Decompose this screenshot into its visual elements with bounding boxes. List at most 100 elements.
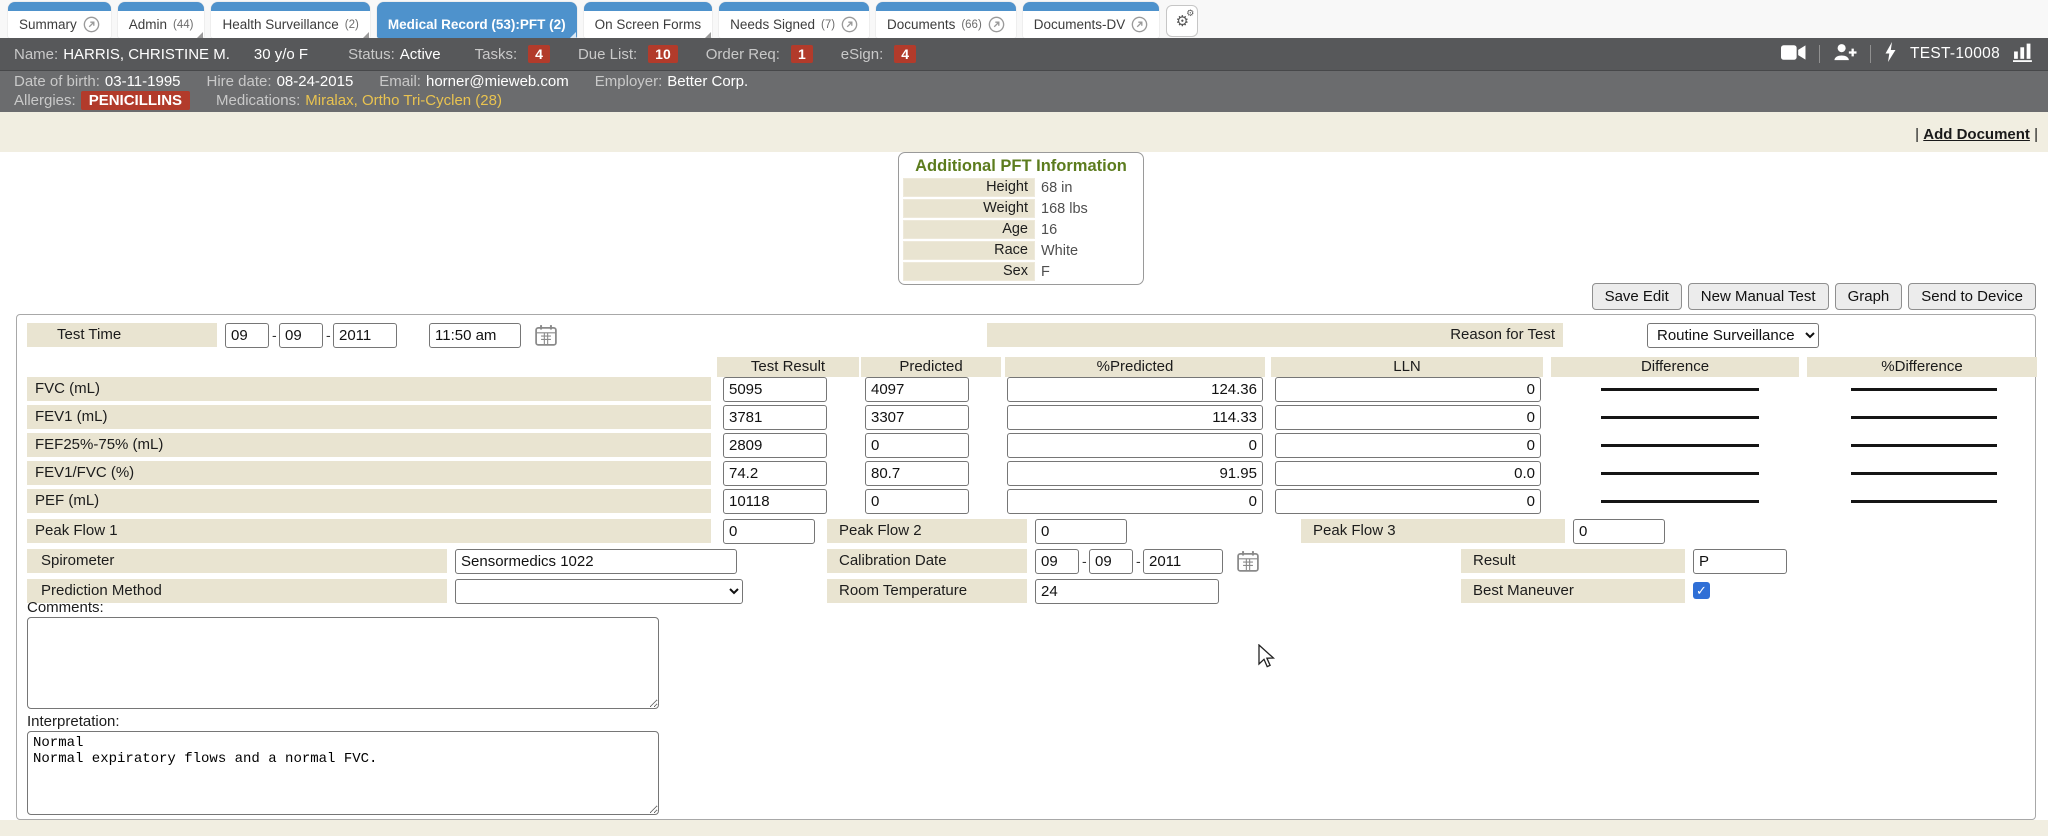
tab-needs-signed[interactable]: Needs Signed (7) [719,2,869,38]
fef-pct-predicted-input[interactable] [1007,433,1263,458]
fev1-fvc-predicted-input[interactable] [865,461,969,486]
tab-admin[interactable]: Admin (44) [118,2,205,38]
weight-value: 168 lbs [1035,201,1088,217]
fev1-fvc-row: FEV1/FVC (%) [17,461,2035,487]
fef-test-result-input[interactable] [723,433,827,458]
tab-summary[interactable]: Summary [8,2,111,38]
fvc-predicted-input[interactable] [865,377,969,402]
fev1-fvc-test-result-input[interactable] [723,461,827,486]
room-temperature-input[interactable] [1035,579,1219,604]
peak-flow-3-input[interactable] [1573,519,1665,544]
order-req-label: Order Req: [706,46,780,63]
allergy-badge[interactable]: PENICILLINS [81,91,190,110]
pft-medical-record-screen: { "tabs": { "summary": "Summary", "admin… [0,0,2048,836]
age-label: Age [903,220,1035,239]
age-value: 16 [1035,222,1057,238]
spirometer-input[interactable] [455,549,737,574]
fev1-fvc-lln-input[interactable] [1275,461,1541,486]
pef-test-result-input[interactable] [723,489,827,514]
fef-difference-line [1601,444,1759,447]
settings-button[interactable]: ⚙⚙ [1166,5,1198,37]
fvc-pct-predicted-input[interactable] [1007,377,1263,402]
fef-lln-input[interactable] [1275,433,1541,458]
pipe: | [1915,126,1919,143]
fev1-test-result-input[interactable] [723,405,827,430]
divider [1819,45,1820,63]
test-clock-input[interactable] [429,323,521,348]
fvc-lln-input[interactable] [1275,377,1541,402]
save-edit-button[interactable]: Save Edit [1592,283,1682,310]
esign-badge[interactable]: 4 [894,45,916,63]
gear-icon: ⚙⚙ [1176,12,1189,30]
medications-list[interactable]: Miralax, Ortho Tri-Cyclen (28) [305,92,502,109]
reason-for-test-select[interactable]: Routine Surveillance [1647,323,1819,348]
order-req-badge[interactable]: 1 [791,45,813,63]
tab-bar: Summary Admin (44) Health Surveillance (… [0,0,2048,38]
fev1-row: FEV1 (mL) [17,405,2035,431]
name-label: Name: [14,46,58,63]
col-lln: LLN [1271,357,1543,377]
flash-icon[interactable] [1884,42,1897,66]
results-header-row: Test Result Predicted %Predicted LLN Dif… [17,357,2035,377]
peak-flow-2-input[interactable] [1035,519,1127,544]
add-document-area: | Add Document | [1915,126,2038,143]
chart-icon[interactable] [2013,42,2034,66]
tab-on-screen-forms-label: On Screen Forms [595,17,702,32]
comments-textarea[interactable] [27,617,659,709]
pef-predicted-input[interactable] [865,489,969,514]
header-toolbar: TEST-10008 [1781,42,2034,66]
email-label: Email: [379,73,421,90]
fev1-fvc-difference-line [1601,472,1759,475]
open-in-new-icon[interactable] [841,16,858,33]
test-year-input[interactable] [333,323,397,348]
test-day-input[interactable] [279,323,323,348]
height-value: 68 in [1035,180,1072,196]
new-manual-test-button[interactable]: New Manual Test [1688,283,1829,310]
divider [1870,45,1871,63]
add-document-link[interactable]: Add Document [1923,126,2030,143]
calendar-icon[interactable] [1237,550,1259,572]
calibration-month-input[interactable] [1035,549,1079,574]
open-in-new-icon[interactable] [83,16,100,33]
add-person-icon[interactable] [1833,43,1857,65]
patient-age-sex: 30 y/o F [254,46,308,63]
tab-needs-signed-label: Needs Signed [730,17,815,32]
fvc-test-result-input[interactable] [723,377,827,402]
calibration-year-input[interactable] [1143,549,1223,574]
pipe: | [2034,126,2038,143]
result-input[interactable] [1693,549,1787,574]
tasks-badge[interactable]: 4 [528,45,550,63]
fev1-pct-predicted-input[interactable] [1007,405,1263,430]
prediction-method-select[interactable] [455,579,743,604]
tab-on-screen-forms[interactable]: On Screen Forms [584,2,713,38]
fev1-fvc-pct-difference-line [1851,472,1997,475]
reason-for-test-label: Reason for Test [987,323,1563,347]
best-maneuver-checkbox[interactable]: ✓ [1693,582,1710,599]
send-to-device-button[interactable]: Send to Device [1908,283,2036,310]
patient-status: Active [400,46,441,63]
due-list-badge[interactable]: 10 [648,45,678,63]
tab-summary-label: Summary [19,17,77,32]
calendar-icon[interactable] [535,324,557,346]
fef-predicted-input[interactable] [865,433,969,458]
fev1-lln-input[interactable] [1275,405,1541,430]
peak-flow-1-input[interactable] [723,519,815,544]
video-call-icon[interactable] [1781,44,1806,65]
calibration-day-input[interactable] [1089,549,1133,574]
interpretation-textarea[interactable]: Normal Normal expiratory flows and a nor… [27,731,659,815]
tab-medical-record-pft[interactable]: Medical Record (53):PFT (2) [377,2,577,38]
tab-health-surveillance[interactable]: Health Surveillance (2) [211,2,369,38]
date-separator: - [1136,553,1141,569]
pef-pct-predicted-input[interactable] [1007,489,1263,514]
graph-button[interactable]: Graph [1835,283,1903,310]
open-in-new-icon[interactable] [1131,16,1148,33]
pef-lln-input[interactable] [1275,489,1541,514]
tab-documents-dv[interactable]: Documents-DV [1023,2,1160,38]
patient-header-bar: Name: HARRIS, CHRISTINE M. 30 y/o F Stat… [0,38,2048,70]
tab-documents[interactable]: Documents (66) [876,2,1016,38]
fev1-fvc-pct-predicted-input[interactable] [1007,461,1263,486]
open-in-new-icon[interactable] [988,16,1005,33]
calibration-date-label: Calibration Date [827,549,1027,573]
test-month-input[interactable] [225,323,269,348]
fev1-predicted-input[interactable] [865,405,969,430]
